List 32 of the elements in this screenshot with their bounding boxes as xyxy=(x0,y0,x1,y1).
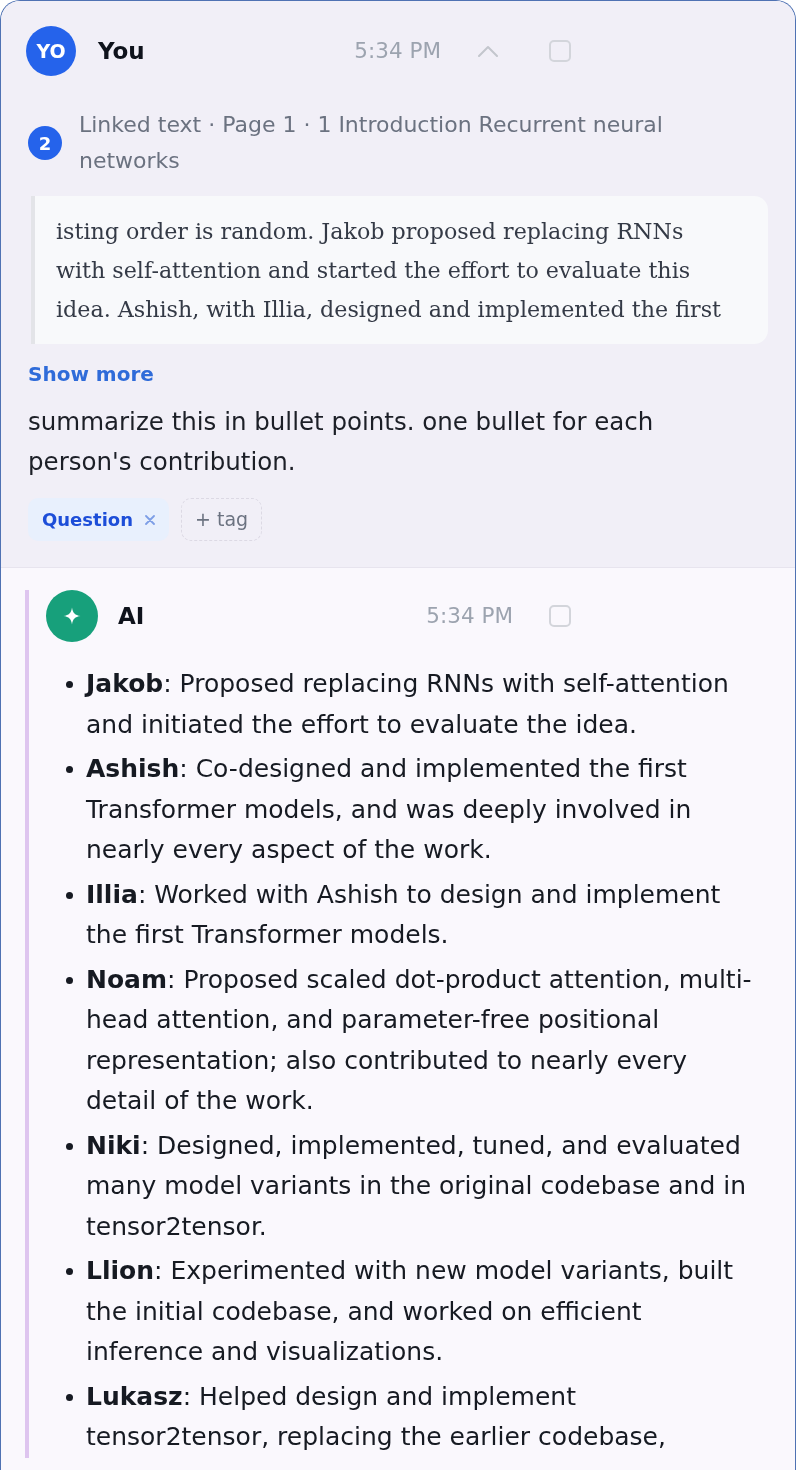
bullet-point-text: Noam: Proposed scaled dot-product attention, multi-head attention, and parameter-free positional representation; also contributed to nearly every detail of the work. xyxy=(86,963,753,1117)
bullet-icon xyxy=(66,1393,73,1401)
bullet-icon xyxy=(66,1142,73,1150)
bullet-icon xyxy=(66,1268,73,1275)
user-avatar: YO xyxy=(26,26,76,76)
bullet-point-text: Illia: Worked with Ashish to design and implement the first Transformer models. xyxy=(86,878,722,951)
bullet-icon xyxy=(66,976,73,984)
bullet-icon xyxy=(66,766,73,773)
select-checkbox[interactable] xyxy=(549,605,571,627)
message-time: 5:34 PM xyxy=(426,601,513,630)
bullet-point-text: Niki: Designed, implemented, tuned, and evaluated many model variants in the original codebase and in tensor2tensor. xyxy=(86,1129,748,1243)
sparkle-avatar-icon xyxy=(46,590,98,642)
tag-chip[interactable]: Question xyxy=(28,498,169,541)
message-time: 5:34 PM xyxy=(354,36,441,65)
bullet-icon xyxy=(66,681,73,688)
bullet-point-text: Ashish: Co-designed and implemented the first Transformer models, and was deeply involved in nearly every aspect of the work. xyxy=(86,753,693,866)
author-name: AI xyxy=(118,601,145,631)
collapse-button[interactable] xyxy=(478,45,498,57)
message-text: summarize this in bullet points. one bullet for each person's contribution. xyxy=(28,406,655,478)
close-icon xyxy=(145,514,155,525)
author-name: You xyxy=(98,36,145,66)
count-badge: 2 xyxy=(28,126,62,160)
chevron-up-icon xyxy=(478,45,498,57)
bullet-point-text: Jakob: Proposed replacing RNNs with self-attention and initiated the effort to evaluate the idea. xyxy=(86,668,730,741)
bullet-point-text: Lukasz: Helped design and implement tensor2tensor, replacing the earlier codebase, xyxy=(86,1380,667,1453)
select-checkbox[interactable] xyxy=(549,40,571,62)
bullet-point-text: Llion: Experimented with new model variants, built the initial codebase, and worked on efficient inference and visualizations. xyxy=(86,1255,735,1368)
quoted-excerpt: isting order is random. Jakob proposed replacing RNNs with self-attention and started the effort to evaluate this idea. Ashish, with Illia, designed and implemented the first xyxy=(31,196,768,344)
add-tag-button[interactable]: + tag xyxy=(181,498,263,541)
show-more-link[interactable]: Show more xyxy=(28,359,154,389)
bullet-icon xyxy=(66,891,73,899)
linked-text-label: Linked text · Page 1 · 1 Introduction Recurrent neural networks xyxy=(79,111,664,175)
